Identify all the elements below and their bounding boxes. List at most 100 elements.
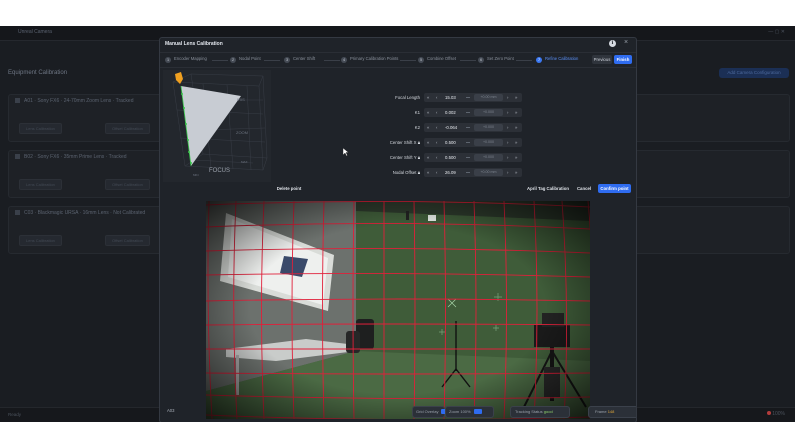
delta-value: +0.000: [474, 154, 503, 161]
step-set-zero-point[interactable]: 6 Set Zero Point: [478, 56, 514, 63]
lock-icon[interactable]: 🔒︎: [418, 155, 420, 160]
right-icon[interactable]: ›: [507, 153, 508, 162]
lens-calibration-button[interactable]: Lens Calibration: [19, 235, 62, 246]
iris-axis-label: IRIS: [237, 97, 245, 102]
nodal-offset-row: Nodal Offset 🔒︎ « ‹ 26.09 +0.00 mm › »: [393, 168, 522, 177]
step-nodal-point[interactable]: 2 Nodal Point: [230, 56, 261, 63]
field-value[interactable]: 15.03: [445, 93, 456, 102]
zoom-dropdown-icon[interactable]: [473, 409, 482, 414]
lens-calibration-button[interactable]: Lens Calibration: [19, 179, 62, 190]
step-center-shift[interactable]: 3 Center Shift: [284, 56, 315, 63]
window-controls[interactable]: — ▢ ✕: [768, 29, 785, 35]
double-left-icon[interactable]: «: [427, 138, 429, 147]
lock-icon[interactable]: 🔒︎: [418, 170, 420, 175]
zoom-axis-label: ZOOM: [236, 130, 248, 135]
april-tag-calibration-button[interactable]: April Tag Calibration: [526, 184, 570, 193]
left-icon[interactable]: ‹: [436, 138, 437, 147]
dialog-header: Manual Lens Calibration i ×: [160, 38, 636, 51]
field-value[interactable]: 0.002: [445, 108, 456, 117]
k2-stepper[interactable]: « ‹ -0.064 +0.000 › »: [424, 123, 522, 132]
lens-calibration-button[interactable]: Lens Calibration: [19, 123, 62, 134]
field-value[interactable]: -0.064: [445, 123, 457, 132]
k1-row: K1 « ‹ 0.002 +0.000 › »: [415, 108, 522, 117]
camera-feed[interactable]: [206, 201, 590, 419]
notification-icon[interactable]: [766, 411, 771, 415]
max-label: MAX: [241, 160, 248, 164]
double-left-icon[interactable]: «: [427, 93, 429, 102]
card-title: B02 · Sony FX6 · 35mm Prime Lens · Track…: [24, 154, 127, 160]
step-encoder-mapping[interactable]: 1 Encoder Mapping: [165, 56, 207, 63]
finish-button[interactable]: Finish: [614, 55, 632, 64]
zoom-level: 100%: [772, 411, 785, 417]
double-left-icon[interactable]: «: [427, 123, 429, 132]
confirm-point-button[interactable]: Confirm point: [598, 184, 631, 193]
card-title: C03 · Blackmagic URSA · 16mm Lens · Not …: [24, 210, 146, 216]
left-icon[interactable]: ‹: [436, 108, 437, 117]
double-right-icon[interactable]: »: [515, 153, 517, 162]
step-refine-calibration[interactable]: 7 Refine Calibration: [536, 56, 578, 63]
right-icon[interactable]: ›: [507, 93, 508, 102]
cancel-button[interactable]: Cancel: [574, 184, 594, 193]
center-shift-y-row: Center Shift Y 🔒︎ « ‹ 0.500 +0.000 › »: [390, 153, 522, 162]
lens-calibration-dialog: Manual Lens Calibration i × 1 Encoder Map…: [159, 37, 637, 422]
field-value[interactable]: 26.09: [445, 168, 456, 177]
right-icon[interactable]: ›: [507, 108, 508, 117]
double-left-icon[interactable]: «: [427, 153, 429, 162]
focal-length-row: Focal Length « ‹ 15.03 +0.00 mm › »: [395, 93, 522, 102]
step-connector: [460, 60, 476, 61]
grid-overlay-toggle[interactable]: Grid Overlay: [412, 406, 450, 418]
double-right-icon[interactable]: »: [515, 93, 517, 102]
right-icon[interactable]: ›: [507, 123, 508, 132]
center-shift-x-stepper[interactable]: « ‹ 0.500 +0.000 › »: [424, 138, 522, 147]
double-left-icon[interactable]: «: [427, 168, 429, 177]
k2-row: K2 « ‹ -0.064 +0.000 › »: [415, 123, 522, 132]
offset-calibration-button[interactable]: Offset Calibration: [105, 235, 150, 246]
field-value[interactable]: 0.500: [445, 153, 456, 162]
zoom-control[interactable]: Zoom 100%: [445, 406, 494, 418]
k1-stepper[interactable]: « ‹ 0.002 +0.000 › »: [424, 108, 522, 117]
camera-icon: [15, 98, 20, 103]
lock-icon[interactable]: 🔒︎: [418, 140, 420, 145]
offset-calibration-button[interactable]: Offset Calibration: [105, 179, 150, 190]
left-icon[interactable]: ‹: [436, 93, 437, 102]
delete-point-button[interactable]: Delete point: [275, 184, 303, 193]
point-action-bar: Delete point April Tag Calibration Cance…: [272, 182, 632, 196]
left-icon[interactable]: ‹: [436, 168, 437, 177]
camera-icon: [15, 154, 20, 159]
right-icon[interactable]: ›: [507, 168, 508, 177]
center-shift-x-row: Center Shift X 🔒︎ « ‹ 0.500 +0.000 › »: [390, 138, 522, 147]
frame-counter: Frame 148: [588, 406, 636, 418]
close-icon[interactable]: ×: [624, 39, 628, 46]
delta-value: +0.000: [474, 124, 503, 131]
offset-calibration-button[interactable]: Offset Calibration: [105, 123, 150, 134]
right-icon[interactable]: ›: [507, 138, 508, 147]
focus-axis-label: FOCUS: [209, 168, 230, 174]
double-right-icon[interactable]: »: [515, 168, 517, 177]
step-connector: [516, 60, 532, 61]
info-icon[interactable]: i: [609, 40, 616, 47]
double-left-icon[interactable]: «: [427, 108, 429, 117]
mouse-cursor-icon: [343, 148, 349, 156]
center-shift-y-stepper[interactable]: « ‹ 0.500 +0.000 › »: [424, 153, 522, 162]
nodal-offset-stepper[interactable]: « ‹ 26.09 +0.00 mm › »: [424, 168, 522, 177]
previous-button[interactable]: Previous: [592, 55, 612, 64]
add-camera-button[interactable]: Add Camera Configuration: [719, 68, 789, 78]
lens-space-visualization[interactable]: IRIS ZOOM FOCUS MIN MAX: [163, 70, 271, 182]
field-label: Center Shift X: [389, 140, 417, 145]
focal-length-stepper[interactable]: « ‹ 15.03 +0.00 mm › »: [424, 93, 522, 102]
double-right-icon[interactable]: »: [515, 123, 517, 132]
left-icon[interactable]: ‹: [436, 123, 437, 132]
app-window: Unreal Camera — ▢ ✕ Equipment Calibratio…: [0, 26, 795, 422]
step-combine-offset[interactable]: 5 Combine Offset: [418, 56, 456, 63]
camera-scene: [206, 201, 590, 419]
left-icon[interactable]: ‹: [436, 153, 437, 162]
field-value[interactable]: 0.500: [445, 138, 456, 147]
status-text: Ready: [8, 412, 22, 417]
step-connector: [324, 60, 340, 61]
camera-icon: [15, 210, 20, 215]
double-right-icon[interactable]: »: [515, 138, 517, 147]
double-right-icon[interactable]: »: [515, 108, 517, 117]
step-connector: [212, 60, 228, 61]
step-connector: [264, 60, 280, 61]
step-primary-calibration-points[interactable]: 4 Primary Calibration Points: [341, 56, 398, 63]
